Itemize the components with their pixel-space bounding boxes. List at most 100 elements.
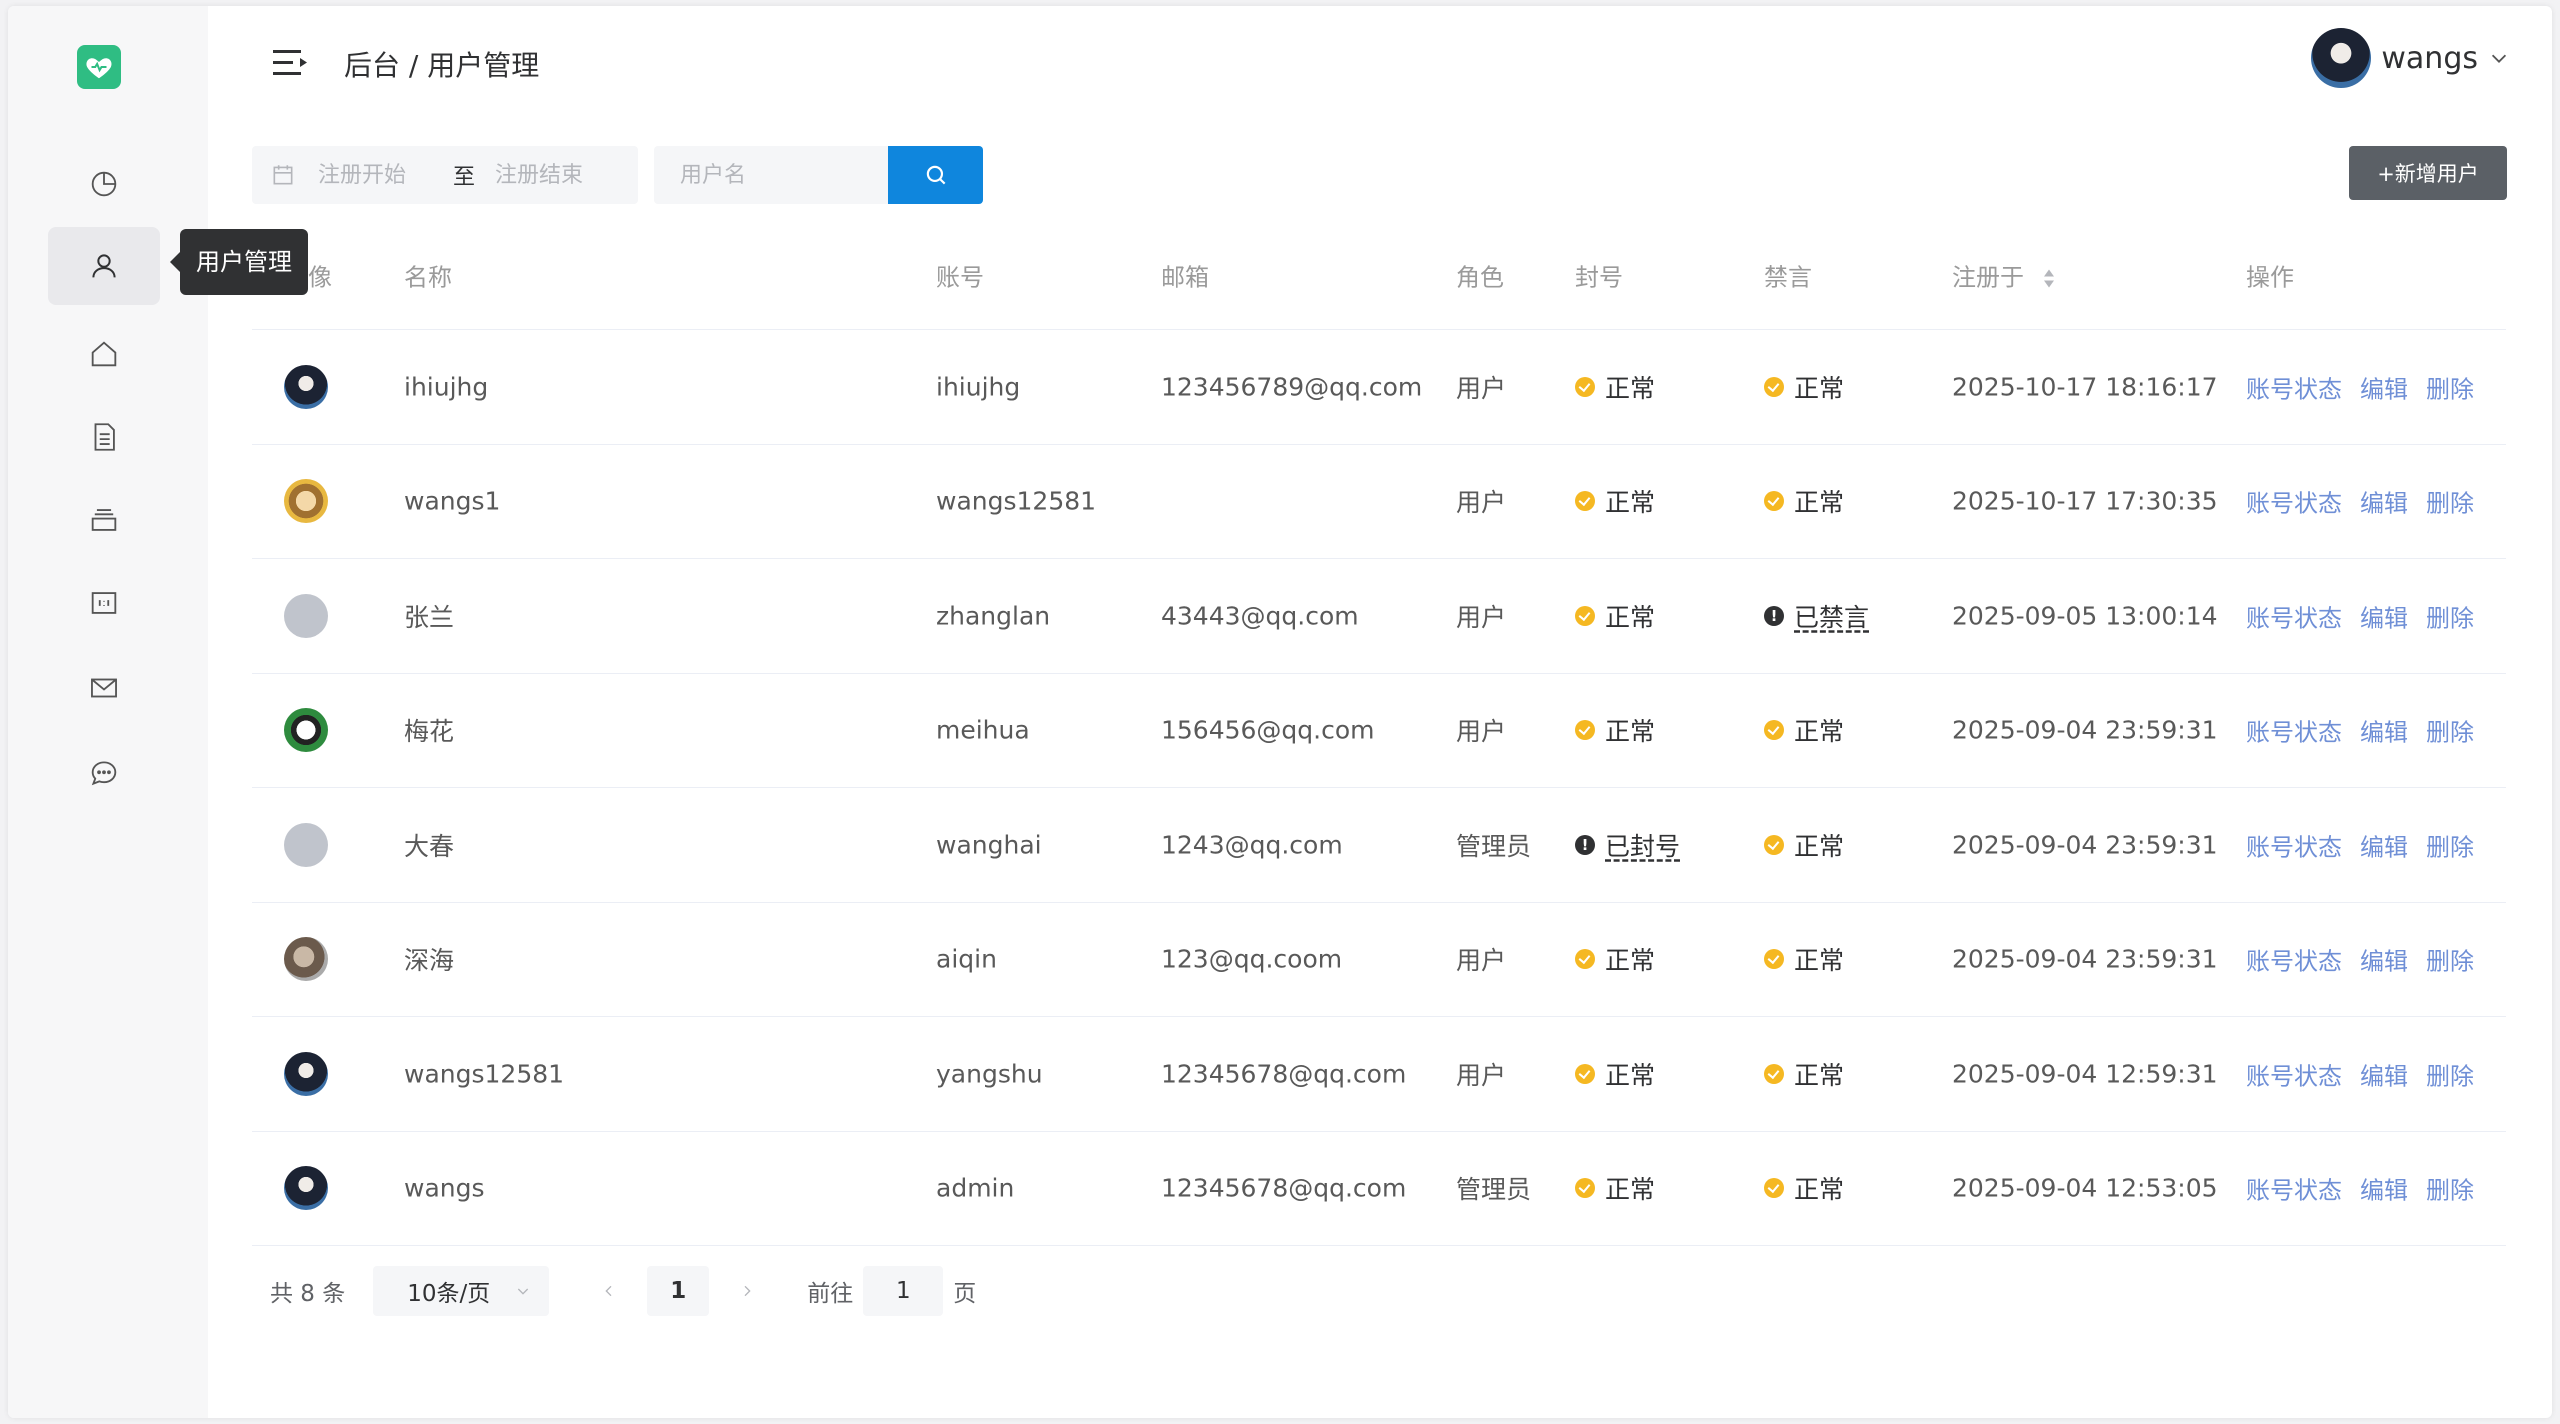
check-circle-icon: [1575, 1178, 1595, 1199]
user-name-cell: wangs12581: [404, 1059, 565, 1089]
register-date-range[interactable]: 至: [252, 146, 638, 204]
ban-status-text: 正常: [1605, 488, 1656, 518]
avatar: [284, 364, 328, 409]
page-size-select[interactable]: 10条/页: [373, 1266, 550, 1316]
check-circle-icon: [1764, 376, 1784, 397]
role-cell: 用户: [1456, 373, 1507, 403]
account-status-button[interactable]: 账号状态: [2246, 1056, 2342, 1091]
account-status-button[interactable]: 账号状态: [2246, 1171, 2342, 1206]
delete-button[interactable]: 删除: [2426, 942, 2474, 977]
edit-button[interactable]: 编辑: [2360, 1171, 2408, 1206]
delete-button[interactable]: 删除: [2426, 713, 2474, 748]
mute-status: 正常: [1764, 827, 1844, 863]
avatar: [284, 593, 328, 638]
pie-chart-icon: [91, 171, 117, 197]
table-body: ihiujhg ihiujhg 123456789@qq.com 用户 正常 正常 2025…: [252, 330, 2506, 1246]
account-status-button[interactable]: 账号状态: [2246, 369, 2342, 404]
sidebar-item-media[interactable]: [48, 564, 160, 642]
next-page-button[interactable]: [727, 1276, 767, 1306]
user-name-cell: 梅花: [404, 717, 455, 747]
col-header-registered[interactable]: 注册于: [1952, 257, 2056, 292]
account-cell: meihua: [936, 715, 1030, 745]
table-row: 深海 aiqin 123@qq.coom 用户 正常 正常 2025-09-04 23:59…: [252, 903, 2506, 1017]
edit-button[interactable]: 编辑: [2360, 484, 2408, 519]
sort-icon[interactable]: [2042, 266, 2056, 290]
edit-button[interactable]: 编辑: [2360, 369, 2408, 404]
range-separator: 至: [453, 165, 476, 190]
search-button[interactable]: [888, 146, 983, 204]
sidebar-item-users[interactable]: [48, 227, 160, 305]
page-number-current[interactable]: 1: [647, 1266, 710, 1316]
logo[interactable]: [77, 45, 121, 89]
role-cell: 用户: [1456, 488, 1507, 518]
avatar: [284, 1166, 328, 1211]
row-actions: 账号状态 编辑 删除: [2246, 598, 2474, 633]
check-circle-icon: [1764, 1063, 1784, 1084]
account-status-button[interactable]: 账号状态: [2246, 598, 2342, 633]
delete-button[interactable]: 删除: [2426, 1171, 2474, 1206]
ban-status: 正常: [1575, 369, 1655, 405]
edit-button[interactable]: 编辑: [2360, 713, 2408, 748]
email-cell: 12345678@qq.com: [1161, 1173, 1407, 1203]
mute-status: 正常: [1764, 483, 1844, 519]
avatar: [284, 937, 328, 982]
ban-status: 正常: [1575, 712, 1655, 748]
menu-toggle-button[interactable]: [273, 48, 307, 78]
check-circle-icon: [1575, 720, 1595, 741]
register-end-input[interactable]: [495, 162, 611, 188]
account-status-button[interactable]: 账号状态: [2246, 827, 2342, 862]
sidebar-item-dashboard[interactable]: [48, 145, 160, 223]
registered-cell: 2025-09-04 23:59:31: [1952, 944, 2218, 974]
delete-button[interactable]: 删除: [2426, 1056, 2474, 1091]
sidebar-item-messages[interactable]: [48, 649, 160, 727]
edit-button[interactable]: 编辑: [2360, 598, 2408, 633]
ban-status-text: 已封号: [1605, 831, 1681, 861]
delete-button[interactable]: 删除: [2426, 484, 2474, 519]
registered-cell: 2025-09-04 12:53:05: [1952, 1173, 2218, 1203]
sidebar-item-articles[interactable]: [48, 398, 160, 476]
row-actions: 账号状态 编辑 删除: [2246, 369, 2474, 404]
account-cell: wangs12581: [936, 486, 1097, 516]
add-user-button[interactable]: +新增用户: [2349, 146, 2507, 200]
goto-suffix: 页: [953, 1281, 977, 1307]
user-table: 头像 名称 账号 邮箱 角色 封号 禁言 注册于 操作 ihiujhg ihiuj…: [252, 220, 2506, 1246]
delete-button[interactable]: 删除: [2426, 827, 2474, 862]
sidebar-item-categories[interactable]: [48, 481, 160, 559]
sidebar: [8, 6, 208, 1418]
mute-status: 正常: [1764, 1056, 1844, 1092]
sidebar-tooltip: 用户管理: [170, 229, 308, 295]
account-status-button[interactable]: 账号状态: [2246, 713, 2342, 748]
table-row: 张兰 zhanglan 43443@qq.com 用户 正常 已禁言 2025-09-05 …: [252, 559, 2506, 674]
account-status-button[interactable]: 账号状态: [2246, 942, 2342, 977]
user-menu[interactable]: wangs: [2311, 26, 2510, 90]
mute-status-text: 正常: [1794, 1175, 1845, 1205]
register-start-input[interactable]: [318, 162, 433, 188]
heart-logo-icon: [86, 58, 112, 79]
ban-status: 已封号: [1575, 827, 1680, 863]
col-header-registered-label: 注册于: [1952, 263, 2024, 291]
goto-page-input[interactable]: [863, 1266, 944, 1316]
prev-page-button[interactable]: [589, 1276, 629, 1306]
account-cell: zhanglan: [936, 601, 1051, 631]
edit-button[interactable]: 编辑: [2360, 942, 2408, 977]
username-search-input[interactable]: [654, 146, 888, 204]
email-cell: 12345678@qq.com: [1161, 1059, 1407, 1089]
warning-circle-icon: [1575, 834, 1595, 855]
account-status-button[interactable]: 账号状态: [2246, 484, 2342, 519]
delete-button[interactable]: 删除: [2426, 369, 2474, 404]
role-cell: 用户: [1456, 1060, 1507, 1090]
search-icon: [926, 165, 945, 185]
avatar: [284, 708, 328, 753]
edit-button[interactable]: 编辑: [2360, 1056, 2408, 1091]
registered-cell: 2025-09-04 23:59:31: [1952, 830, 2218, 860]
sidebar-item-home[interactable]: [48, 315, 160, 393]
page-size-value: 10条/页: [407, 1281, 491, 1307]
mail-icon: [91, 678, 117, 698]
sidebar-item-comments[interactable]: [48, 734, 160, 812]
role-cell: 用户: [1456, 602, 1507, 632]
table-row: 梅花 meihua 156456@qq.com 用户 正常 正常 2025-09-04 23…: [252, 674, 2506, 788]
email-cell: 123456789@qq.com: [1161, 372, 1423, 402]
email-cell: 43443@qq.com: [1161, 601, 1359, 631]
delete-button[interactable]: 删除: [2426, 598, 2474, 633]
edit-button[interactable]: 编辑: [2360, 827, 2408, 862]
